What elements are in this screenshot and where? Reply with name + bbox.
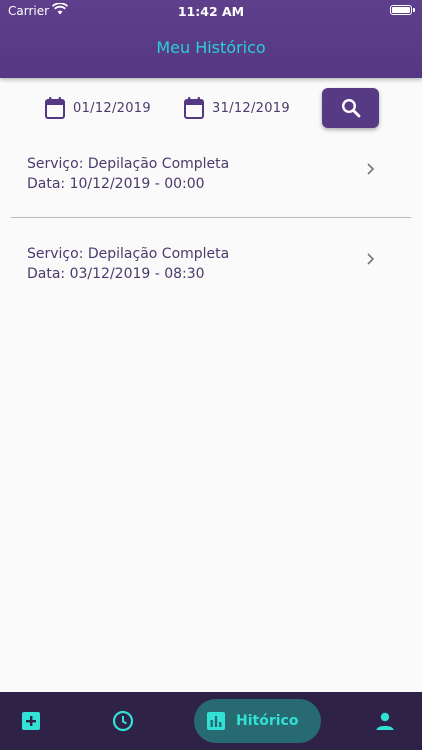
- tab-schedule[interactable]: [110, 692, 136, 750]
- person-icon: [376, 712, 394, 730]
- start-date-field[interactable]: 01/12/2019: [45, 97, 151, 119]
- search-icon: [341, 98, 360, 118]
- end-date-value: 31/12/2019: [212, 100, 290, 116]
- bar-chart-icon: [207, 712, 225, 730]
- chevron-right-icon: [367, 163, 375, 175]
- history-item[interactable]: Serviço: Depilação Completa Data: 10/12/…: [0, 148, 422, 218]
- bottom-tab-bar: Hitórico: [0, 692, 422, 750]
- calendar-icon: [45, 97, 65, 119]
- add-box-icon: [22, 712, 40, 730]
- tab-profile[interactable]: [372, 692, 398, 750]
- battery-icon: [390, 5, 415, 15]
- app-header: Carrier 11:42 AM Meu Histórico: [0, 0, 422, 78]
- list-divider: [11, 217, 411, 218]
- history-date: Data: 03/12/2019 - 08:30: [27, 266, 205, 282]
- history-service: Serviço: Depilação Completa: [27, 246, 230, 262]
- date-filter-bar: 01/12/2019 31/12/2019: [0, 88, 422, 128]
- tab-history[interactable]: Hitórico: [194, 699, 321, 743]
- history-item[interactable]: Serviço: Depilação Completa Data: 03/12/…: [0, 238, 422, 308]
- search-button[interactable]: [322, 88, 379, 128]
- history-date: Data: 10/12/2019 - 00:00: [27, 176, 205, 192]
- status-bar: Carrier 11:42 AM: [0, 0, 422, 22]
- calendar-icon: [184, 97, 204, 119]
- tab-new-appointment[interactable]: [18, 692, 44, 750]
- status-time: 11:42 AM: [177, 4, 245, 19]
- page-title: Meu Histórico: [156, 38, 266, 57]
- clock-icon: [112, 710, 134, 732]
- end-date-field[interactable]: 31/12/2019: [184, 97, 290, 119]
- start-date-value: 01/12/2019: [73, 100, 151, 116]
- history-service: Serviço: Depilação Completa: [27, 156, 230, 172]
- chevron-right-icon: [367, 253, 375, 265]
- tab-history-label: Hitórico: [236, 713, 299, 729]
- history-list: Serviço: Depilação Completa Data: 10/12/…: [0, 148, 422, 308]
